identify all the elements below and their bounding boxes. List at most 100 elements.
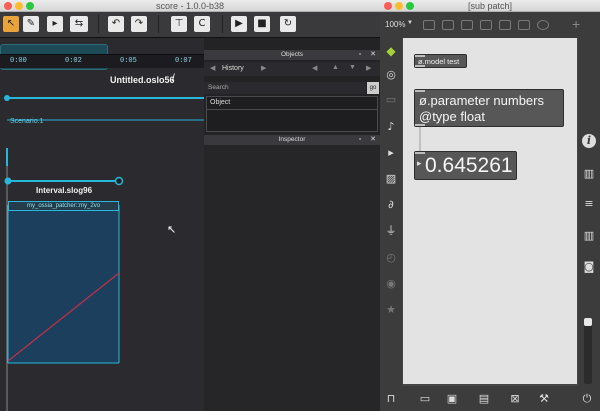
lock-tool-button[interactable]: ⇆ — [70, 16, 88, 32]
objects-float-button[interactable]: ▫ — [356, 51, 364, 59]
new-object-icon[interactable] — [423, 20, 435, 30]
patch-zoom-button[interactable] — [406, 2, 414, 10]
lock-icon[interactable]: ⊓ — [384, 392, 398, 406]
scenario-label[interactable]: Scenario.1 — [10, 118, 43, 125]
curve-mode-button[interactable]: C — [194, 16, 210, 32]
level-meter-knob[interactable] — [584, 318, 592, 326]
parameter-object-box[interactable]: ø.parameter numbers @type float — [414, 89, 564, 127]
cube-icon[interactable]: ◆ — [384, 44, 398, 58]
history-back-icon[interactable]: ◀ — [210, 64, 215, 72]
right-window-title: [sub patch] — [467, 1, 513, 11]
process-label: my_ossia_patcher::my_2vo — [27, 203, 101, 209]
search-label: Search — [208, 84, 229, 91]
new-comment-icon[interactable] — [461, 20, 473, 30]
interval-name-label[interactable]: Interval.slog96 — [36, 186, 92, 195]
patch-close-button[interactable] — [384, 2, 392, 10]
presentation-icon[interactable]: ▤ — [477, 392, 491, 406]
number-box[interactable]: ▸ 0.645261 — [414, 151, 517, 180]
zoom-window-button[interactable] — [26, 2, 34, 10]
select-tool-button[interactable]: ↖ — [3, 16, 19, 32]
state-name-label[interactable]: Untitled.oslo56 — [110, 75, 175, 85]
patch-left-sidebar: ◆ ◎ ▭ ♪ ▸ ▨ ∂ ⏚ ◴ ◉ ★ — [380, 38, 402, 386]
target-icon[interactable]: ◎ — [384, 68, 398, 82]
stop-button[interactable]: ■ — [254, 16, 270, 32]
outlet[interactable] — [415, 124, 425, 126]
inlet[interactable] — [415, 152, 425, 154]
present-icon[interactable]: ▭ — [418, 392, 432, 406]
new-dial-icon[interactable] — [537, 20, 549, 30]
object-column-header[interactable]: Object — [206, 96, 378, 110]
patch-minimize-button[interactable] — [395, 2, 403, 10]
close-window-button[interactable] — [4, 2, 12, 10]
toolbar-separator — [98, 15, 99, 33]
new-toggle-icon[interactable] — [499, 20, 511, 30]
patch-canvas[interactable]: ø.model test ø.parameter numbers @type f… — [403, 38, 577, 384]
play-button[interactable]: ▶ — [231, 16, 247, 32]
new-message-icon[interactable] — [442, 20, 454, 30]
info-icon[interactable]: i — [582, 134, 596, 148]
history-forward-icon[interactable]: ▶ — [261, 64, 266, 72]
zoom-level[interactable]: 100% — [385, 20, 405, 29]
plug-icon[interactable]: ⏚ — [384, 224, 398, 238]
new-number-icon[interactable] — [518, 20, 530, 30]
parameter-object-label: ø.parameter numbers @type float — [419, 93, 544, 124]
play-selection-icon[interactable]: ▸ — [384, 146, 398, 160]
compass-icon[interactable]: ◉ — [384, 277, 398, 291]
interval-process-body — [8, 205, 119, 363]
inspector-close-button[interactable]: ✕ — [369, 136, 377, 144]
star-icon[interactable]: ★ — [384, 303, 398, 317]
objects-close-button[interactable]: ✕ — [369, 51, 377, 59]
clock-icon[interactable]: ◴ — [384, 251, 398, 265]
message-icon[interactable]: ▭ — [384, 93, 398, 107]
inspector-panel-header: Inspector ▫ ✕ — [204, 135, 380, 145]
timeline-ruler[interactable]: 0:00 0:02 0:05 0:07 — [0, 54, 204, 68]
inspector-body — [204, 145, 380, 411]
level-meter[interactable] — [584, 318, 592, 384]
patch-bottom-toolbar: ⊓ ▭ ▣ ▤ ⊠ ⚒ ⏻ — [380, 386, 600, 411]
book-icon[interactable]: ▥ — [582, 167, 596, 181]
outlet[interactable] — [415, 65, 425, 67]
new-button-icon[interactable] — [480, 20, 492, 30]
search-field[interactable]: Search — [204, 82, 366, 94]
inlet[interactable] — [415, 90, 425, 92]
wrench-icon[interactable]: ⚒ — [537, 392, 551, 406]
add-icon[interactable]: + — [572, 16, 580, 32]
inspector-float-button[interactable]: ▫ — [356, 136, 364, 144]
reinitialize-button[interactable]: ↻ — [280, 16, 296, 32]
tick-label: 0:05 — [120, 57, 137, 65]
columns-icon[interactable]: ▥ — [582, 229, 596, 243]
toolbar-separator — [222, 15, 223, 33]
undo-button[interactable]: ↶ — [108, 16, 124, 32]
window-icon[interactable]: ▣ — [445, 392, 459, 406]
music-note-icon[interactable]: ♪ — [384, 120, 398, 134]
image-icon[interactable]: ▨ — [384, 172, 398, 186]
model-object-box[interactable]: ø.model test — [414, 54, 467, 68]
minimize-window-button[interactable] — [15, 2, 23, 10]
left-window-titlebar: score - 1.0.0-b38 — [0, 0, 380, 12]
paperclip-icon[interactable]: ∂ — [384, 198, 398, 212]
patch-toolbar: 100% ▼ + — [380, 12, 600, 38]
nav-left-icon[interactable]: ◀ — [312, 64, 317, 72]
state-edit-icon[interactable]: / — [172, 73, 175, 84]
nav-right-icon[interactable]: ▶ — [366, 64, 371, 72]
power-icon[interactable]: ⏻ — [580, 392, 594, 406]
list-icon[interactable]: ≡ — [582, 197, 596, 211]
nav-up-icon[interactable]: ▲ — [332, 64, 339, 71]
patch-cord[interactable] — [419, 127, 421, 151]
camera-icon[interactable]: ◙ — [582, 260, 596, 274]
align-top-button[interactable]: ⊤ — [171, 16, 187, 32]
history-bar[interactable]: ◀ History ▶ ◀ ▲ ▼ ▶ — [204, 62, 380, 76]
tick-label: 0:02 — [65, 57, 82, 65]
zoom-dropdown-icon[interactable]: ▼ — [407, 20, 413, 26]
go-button[interactable]: go — [367, 82, 379, 94]
toolbar-separator — [158, 15, 159, 33]
process-header[interactable]: my_ossia_patcher::my_2vo — [8, 201, 119, 211]
sequence-tool-button[interactable]: ▸ — [47, 16, 63, 32]
mute-icon[interactable]: ⊠ — [508, 392, 522, 406]
interval-start-dot — [4, 177, 12, 185]
nav-down-icon[interactable]: ▼ — [349, 64, 356, 71]
redo-button[interactable]: ↷ — [131, 16, 147, 32]
object-list[interactable] — [206, 110, 378, 132]
number-value[interactable]: 0.645261 — [425, 154, 513, 178]
create-tool-button[interactable]: ✎ — [23, 16, 39, 32]
